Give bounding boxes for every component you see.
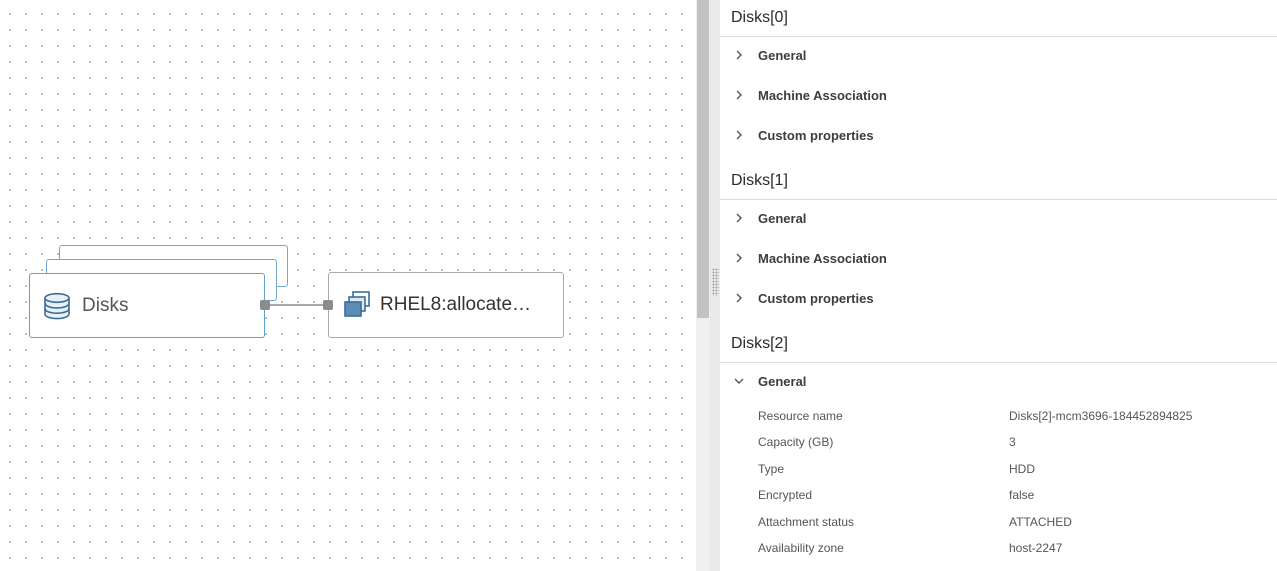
section-divider xyxy=(720,36,1277,37)
disks-1-machine-association-toggle[interactable]: Machine Association xyxy=(734,248,887,268)
property-key: Encrypted xyxy=(758,488,813,502)
connector-layer xyxy=(265,304,328,306)
property-key: Attachment status xyxy=(758,515,855,529)
chevron-down-icon xyxy=(734,376,744,386)
rhel-input-port[interactable] xyxy=(323,300,333,310)
property-key: Type xyxy=(758,462,785,476)
group-label: General xyxy=(758,47,807,63)
property-value: HDD xyxy=(1009,462,1035,476)
property-value: ATTACHED xyxy=(1009,515,1072,529)
disks-0-machine-association-toggle[interactable]: Machine Association xyxy=(734,85,887,105)
section-divider xyxy=(720,199,1277,200)
property-key: Resource name xyxy=(758,409,843,423)
splitter-grip-icon[interactable] xyxy=(712,268,719,296)
chevron-right-icon xyxy=(734,130,744,140)
property-key: Availability zone xyxy=(758,541,844,555)
disks-0-custom-properties-toggle[interactable]: Custom properties xyxy=(734,125,874,145)
chevron-right-icon xyxy=(734,253,744,263)
section-title-disks-1: Disks[1] xyxy=(731,172,788,189)
group-label: General xyxy=(758,373,807,389)
property-value: host-2247 xyxy=(1009,541,1063,555)
group-label: Custom properties xyxy=(758,127,874,143)
canvas-scrollbar-thumb[interactable] xyxy=(697,0,709,318)
property-value: false xyxy=(1009,488,1035,502)
group-label: General xyxy=(758,210,807,226)
property-value: 3 xyxy=(1009,435,1016,449)
chevron-right-icon xyxy=(734,50,744,60)
chevron-right-icon xyxy=(734,293,744,303)
chevron-right-icon xyxy=(734,90,744,100)
disks-output-port[interactable] xyxy=(260,300,270,310)
chevron-right-icon xyxy=(734,213,744,223)
properties-panel: Disks[0] General Machine Association Cus… xyxy=(720,0,1277,571)
property-value: Disks[2]-mcm3696-184452894825 xyxy=(1009,409,1193,423)
disks-1-custom-properties-toggle[interactable]: Custom properties xyxy=(734,288,874,308)
group-label: Machine Association xyxy=(758,87,887,103)
property-key: Capacity (GB) xyxy=(758,435,834,449)
group-label: Machine Association xyxy=(758,250,887,266)
section-title-disks-2: Disks[2] xyxy=(731,335,788,352)
disks-0-general-toggle[interactable]: General xyxy=(734,45,806,65)
design-canvas[interactable]: Disks RHEL8:allocate… xyxy=(0,0,696,571)
section-divider xyxy=(720,362,1277,363)
disks-2-general-toggle[interactable]: General xyxy=(734,371,806,391)
group-label: Custom properties xyxy=(758,290,874,306)
section-title-disks-0: Disks[0] xyxy=(731,9,788,26)
disks-1-general-toggle[interactable]: General xyxy=(734,208,806,228)
